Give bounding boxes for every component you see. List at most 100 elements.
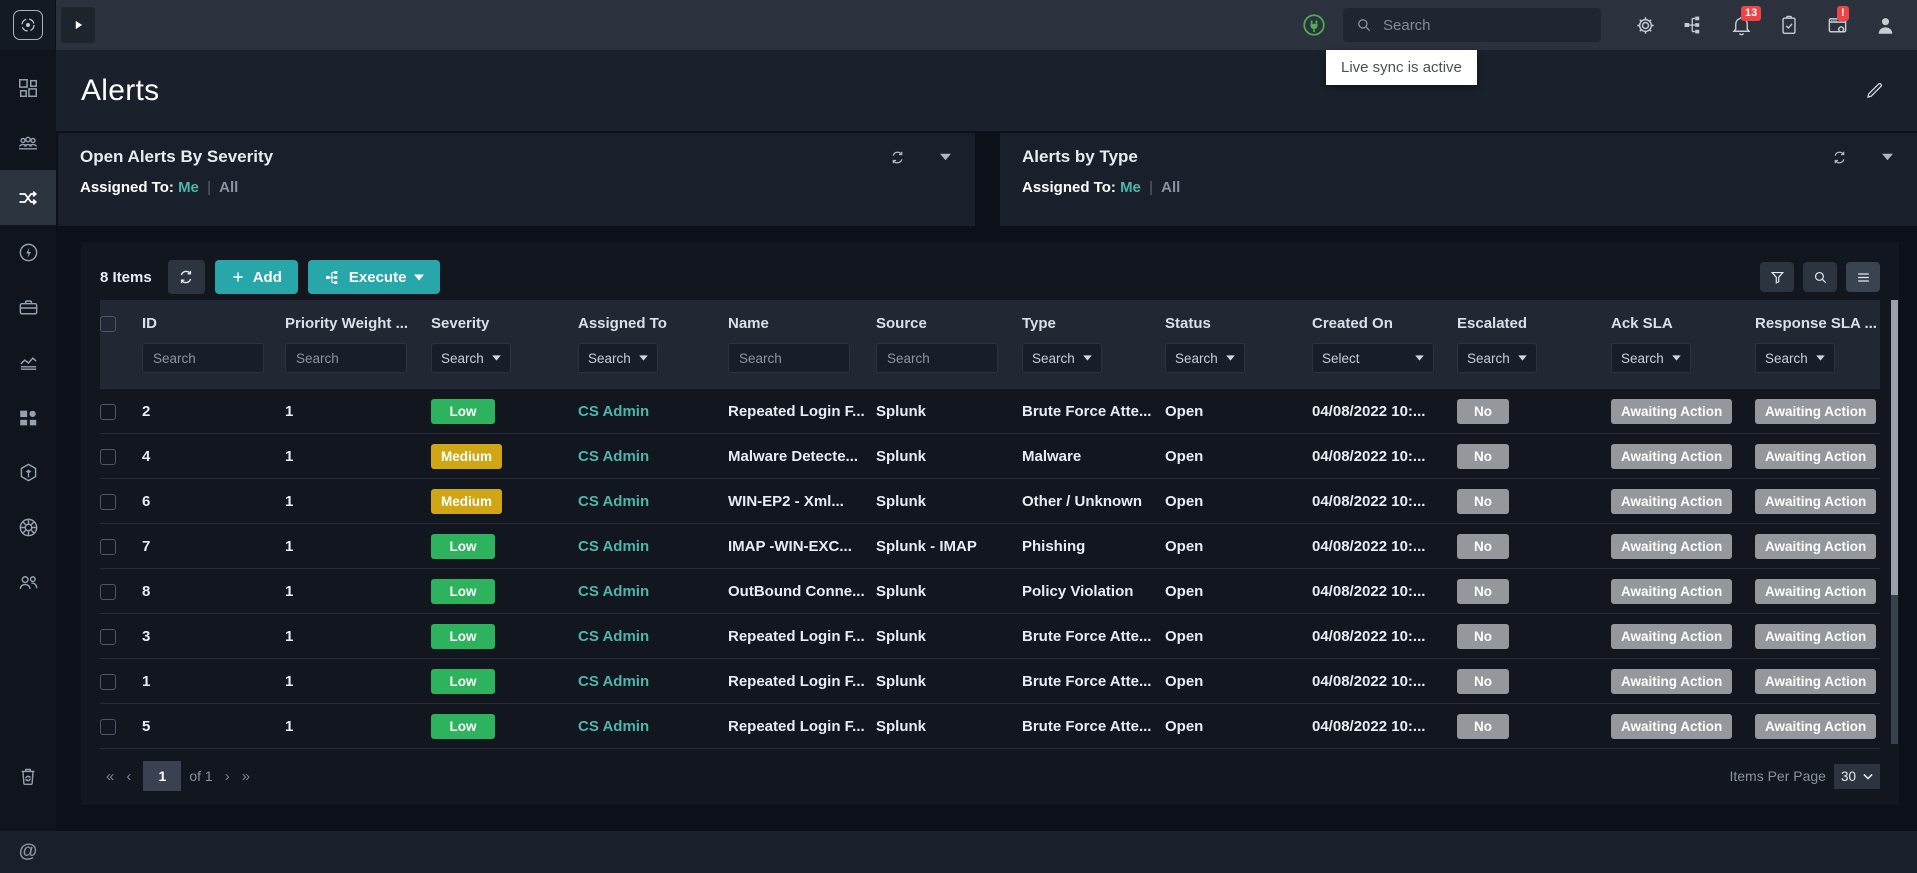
- sidebar-item-groups[interactable]: [0, 115, 56, 170]
- column-header-source[interactable]: Source: [876, 300, 1022, 339]
- notifications-button[interactable]: 13: [1727, 6, 1762, 39]
- sidebar-item-mentions[interactable]: @: [0, 831, 56, 873]
- search-input[interactable]: [1383, 16, 1589, 34]
- assigned-me-link[interactable]: Me: [1120, 179, 1141, 196]
- items-per-page-select[interactable]: 30: [1833, 763, 1880, 789]
- cell-name[interactable]: IMAP -WIN-EXC...: [728, 523, 876, 569]
- table-toolbar: 8 Items Add Execute: [100, 254, 1880, 300]
- column-header-name[interactable]: Name: [728, 300, 876, 339]
- widget-refresh-button[interactable]: [889, 149, 906, 166]
- filter-dropdown-severity[interactable]: Search: [431, 343, 511, 374]
- row-checkbox[interactable]: [100, 493, 116, 510]
- assignee-link[interactable]: CS Admin: [578, 583, 649, 600]
- widget-menu-button[interactable]: [940, 153, 951, 161]
- integrations-button[interactable]: [1679, 11, 1707, 39]
- column-header-response-sla[interactable]: Response SLA ...: [1755, 300, 1880, 339]
- column-header-escalated[interactable]: Escalated: [1457, 300, 1611, 339]
- sidebar-expand-button[interactable]: [61, 7, 95, 43]
- filter-dropdown-status[interactable]: Search: [1165, 343, 1245, 374]
- sidebar-item-analytics[interactable]: [0, 335, 56, 390]
- cell-name[interactable]: WIN-EP2 - Xml...: [728, 478, 876, 524]
- cell-created-on: 04/08/2022 10:...: [1312, 658, 1457, 704]
- live-sync-icon[interactable]: [1301, 12, 1327, 38]
- sidebar-item-alerts[interactable]: [0, 170, 56, 225]
- prev-page-button[interactable]: ‹: [120, 768, 137, 785]
- cell-id: 3: [142, 613, 285, 659]
- sidebar-item-cases[interactable]: [0, 280, 56, 335]
- next-page-button[interactable]: ›: [219, 768, 236, 785]
- column-header-created-on[interactable]: Created On: [1312, 300, 1457, 339]
- row-checkbox[interactable]: [100, 538, 116, 555]
- column-header-id[interactable]: ID: [142, 300, 285, 339]
- filter-dropdown-ack-sla[interactable]: Search: [1611, 343, 1691, 374]
- filter-input-source[interactable]: [876, 343, 998, 374]
- column-header-severity[interactable]: Severity: [431, 300, 578, 339]
- cell-name[interactable]: Malware Detecte...: [728, 433, 876, 479]
- cell-name[interactable]: OutBound Conne...: [728, 568, 876, 614]
- widgets-row: Open Alerts By Severity Assigned To: Me …: [58, 133, 1917, 226]
- execute-button[interactable]: Execute: [307, 260, 441, 294]
- sidebar-item-users[interactable]: [0, 555, 56, 610]
- settings-button[interactable]: [1631, 11, 1659, 39]
- filter-input-id[interactable]: [142, 343, 264, 374]
- widget-refresh-button[interactable]: [1831, 149, 1848, 166]
- tasks-button[interactable]: [1775, 11, 1803, 39]
- app-logo[interactable]: [0, 0, 56, 50]
- filter-button[interactable]: [1760, 262, 1794, 292]
- list-view-button[interactable]: [1846, 262, 1880, 292]
- search-table-button[interactable]: [1803, 262, 1837, 292]
- sidebar-item-components[interactable]: [0, 390, 56, 445]
- filter-input-name[interactable]: [728, 343, 850, 374]
- column-header-priority-weight[interactable]: Priority Weight ...: [285, 300, 431, 339]
- last-page-button[interactable]: »: [236, 768, 256, 785]
- current-page[interactable]: 1: [143, 761, 182, 792]
- select-all-checkbox[interactable]: [100, 316, 116, 333]
- row-checkbox[interactable]: [100, 673, 116, 690]
- column-header-status[interactable]: Status: [1165, 300, 1312, 339]
- assignee-link[interactable]: CS Admin: [578, 493, 649, 510]
- filter-dropdown-response-sla[interactable]: Search: [1755, 343, 1835, 374]
- assignee-link[interactable]: CS Admin: [578, 628, 649, 645]
- assigned-all-link[interactable]: All: [219, 179, 238, 196]
- row-checkbox[interactable]: [100, 583, 116, 600]
- column-header-assigned-to[interactable]: Assigned To: [578, 300, 728, 339]
- assigned-me-link[interactable]: Me: [178, 179, 199, 196]
- refresh-table-button[interactable]: [167, 260, 205, 294]
- assignee-link[interactable]: CS Admin: [578, 538, 649, 555]
- cell-name[interactable]: Repeated Login F...: [728, 613, 876, 659]
- blocks-icon: [20, 410, 37, 425]
- edit-page-button[interactable]: [1864, 80, 1885, 101]
- filter-dropdown-created-on[interactable]: Select: [1312, 343, 1434, 374]
- filter-input-priority-weight[interactable]: [285, 343, 407, 374]
- row-checkbox[interactable]: [100, 403, 116, 420]
- row-checkbox[interactable]: [100, 448, 116, 465]
- vertical-scrollbar[interactable]: [1891, 300, 1898, 744]
- sidebar-nav: [0, 60, 56, 610]
- sidebar-item-automation[interactable]: [0, 225, 56, 280]
- profile-button[interactable]: [1871, 11, 1899, 39]
- add-button[interactable]: Add: [214, 260, 298, 294]
- cell-name[interactable]: Repeated Login F...: [728, 388, 876, 434]
- widget-menu-button[interactable]: [1882, 153, 1893, 161]
- column-header-ack-sla[interactable]: Ack SLA: [1611, 300, 1755, 339]
- first-page-button[interactable]: «: [100, 768, 120, 785]
- row-checkbox[interactable]: [100, 718, 116, 735]
- sidebar-item-dashboard[interactable]: [0, 60, 56, 115]
- column-header-type[interactable]: Type: [1022, 300, 1165, 339]
- sidebar-item-recycle-bin[interactable]: [0, 748, 56, 803]
- scrollbar-thumb[interactable]: [1891, 300, 1898, 595]
- row-checkbox[interactable]: [100, 628, 116, 645]
- cell-name[interactable]: Repeated Login F...: [728, 703, 876, 750]
- sidebar-item-operations[interactable]: [0, 500, 56, 555]
- assigned-all-link[interactable]: All: [1161, 179, 1180, 196]
- assignee-link[interactable]: CS Admin: [578, 448, 649, 465]
- assignee-link[interactable]: CS Admin: [578, 403, 649, 420]
- apps-button[interactable]: !: [1823, 6, 1851, 39]
- assignee-link[interactable]: CS Admin: [578, 718, 649, 735]
- filter-dropdown-type[interactable]: Search: [1022, 343, 1102, 374]
- sidebar-item-threat-intel[interactable]: [0, 445, 56, 500]
- filter-dropdown-escalated[interactable]: Search: [1457, 343, 1537, 374]
- assignee-link[interactable]: CS Admin: [578, 673, 649, 690]
- cell-name[interactable]: Repeated Login F...: [728, 658, 876, 704]
- filter-dropdown-assigned-to[interactable]: Search: [578, 343, 658, 374]
